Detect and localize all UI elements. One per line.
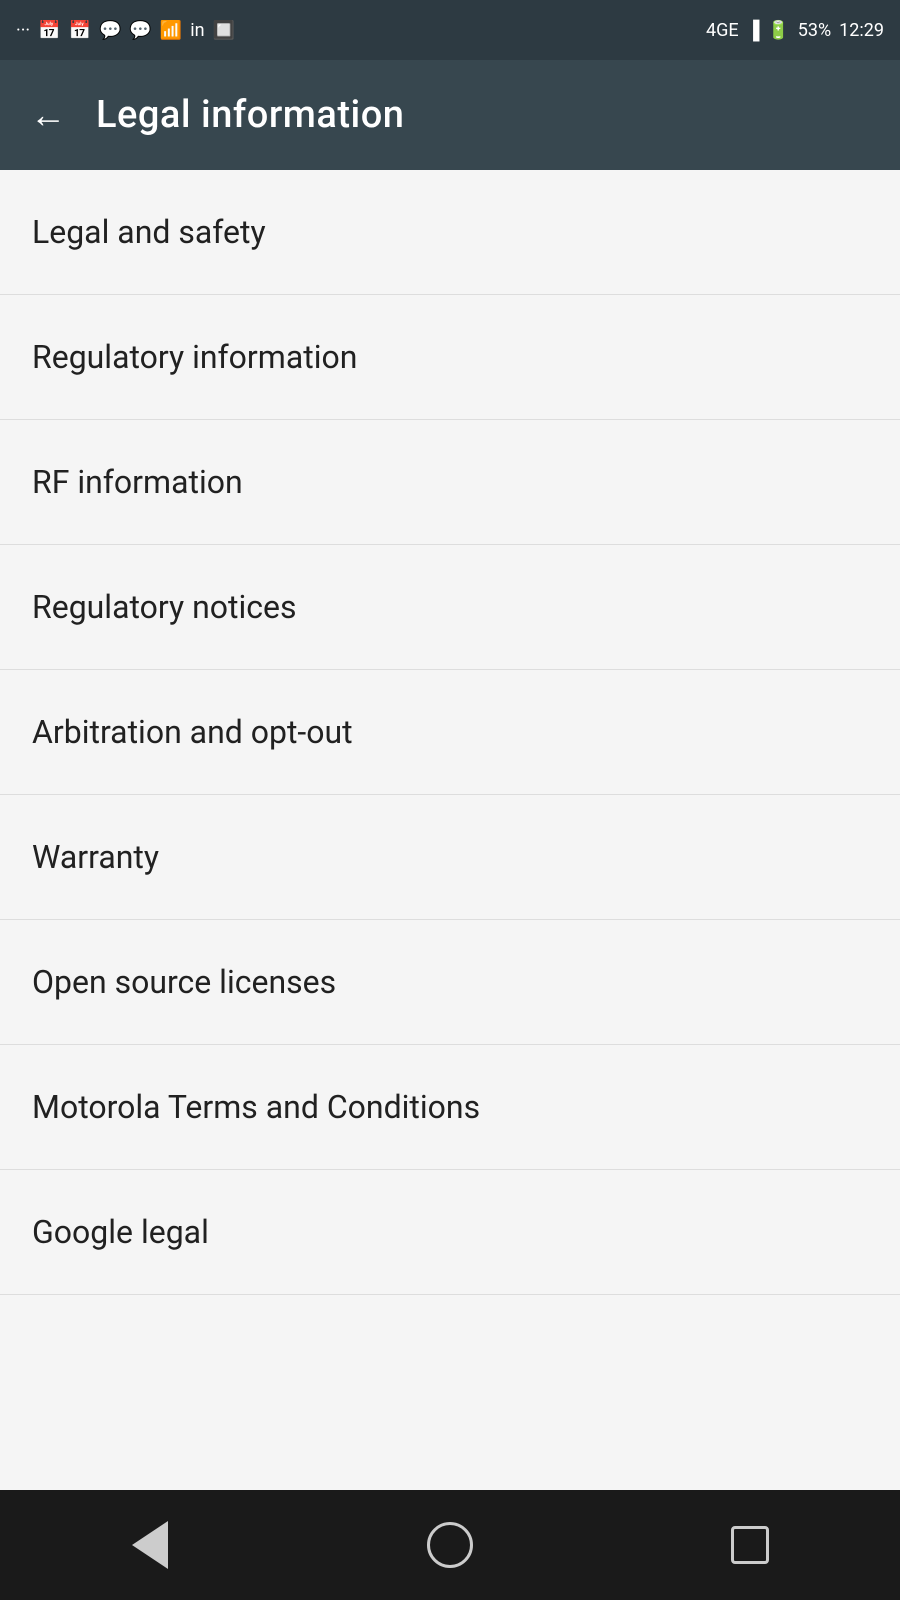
calendar-icon-1: 📅 — [38, 20, 60, 41]
signal-icon: ▐ — [747, 20, 760, 41]
menu-item-label-open-source: Open source licenses — [32, 963, 336, 1001]
menu-item-open-source[interactable]: Open source licenses — [0, 920, 900, 1045]
menu-item-legal-safety[interactable]: Legal and safety — [0, 170, 900, 295]
network-type-label: 4GE — [706, 20, 739, 41]
calendar-icon-2: 📅 — [69, 20, 91, 41]
nav-back-button[interactable] — [110, 1505, 190, 1585]
menu-item-rf-info[interactable]: RF information — [0, 420, 900, 545]
back-nav-icon — [132, 1521, 168, 1569]
linkedin-icon: in — [190, 20, 204, 41]
menu-item-warranty[interactable]: Warranty — [0, 795, 900, 920]
menu-item-label-regulatory-info: Regulatory information — [32, 338, 357, 376]
menu-item-regulatory-notices[interactable]: Regulatory notices — [0, 545, 900, 670]
battery-icon: 🔋 — [767, 20, 789, 41]
chat-icon-1: 💬 — [99, 20, 121, 41]
menu-list: Legal and safety Regulatory information RF… — [0, 170, 900, 1295]
menu-item-motorola-terms[interactable]: Motorola Terms and Conditions — [0, 1045, 900, 1170]
status-bar-left: ··· 📅 📅 💬 💬 📶 in 🔲 — [16, 20, 235, 41]
recents-nav-icon — [731, 1526, 769, 1564]
battery-percent: 53% — [798, 20, 831, 41]
bottom-nav-bar — [0, 1490, 900, 1600]
time-display: 12:29 — [839, 20, 884, 41]
chat-icon-2: 💬 — [129, 20, 151, 41]
home-nav-icon — [427, 1522, 473, 1568]
menu-item-label-rf-info: RF information — [32, 463, 243, 501]
back-button[interactable]: ← — [24, 91, 72, 139]
app-bar: ← Legal information — [0, 60, 900, 170]
menu-item-label-legal-safety: Legal and safety — [32, 213, 266, 251]
wifi-icon: 📶 — [160, 20, 182, 41]
app-icon: 🔲 — [213, 20, 235, 41]
status-bar-right: 4GE ▐ 🔋 53% 12:29 — [706, 20, 884, 41]
menu-item-label-regulatory-notices: Regulatory notices — [32, 588, 297, 626]
nav-home-button[interactable] — [410, 1505, 490, 1585]
notification-dots-icon: ··· — [16, 20, 30, 41]
nav-recents-button[interactable] — [710, 1505, 790, 1585]
menu-item-arbitration[interactable]: Arbitration and opt-out — [0, 670, 900, 795]
menu-item-label-google-legal: Google legal — [32, 1213, 209, 1251]
menu-item-regulatory-info[interactable]: Regulatory information — [0, 295, 900, 420]
menu-item-label-warranty: Warranty — [32, 838, 159, 876]
status-bar: ··· 📅 📅 💬 💬 📶 in 🔲 4GE ▐ 🔋 53% 12:29 — [0, 0, 900, 60]
menu-item-label-motorola-terms: Motorola Terms and Conditions — [32, 1088, 480, 1126]
page-title: Legal information — [96, 93, 404, 137]
menu-item-label-arbitration: Arbitration and opt-out — [32, 713, 353, 751]
menu-item-google-legal[interactable]: Google legal — [0, 1170, 900, 1295]
